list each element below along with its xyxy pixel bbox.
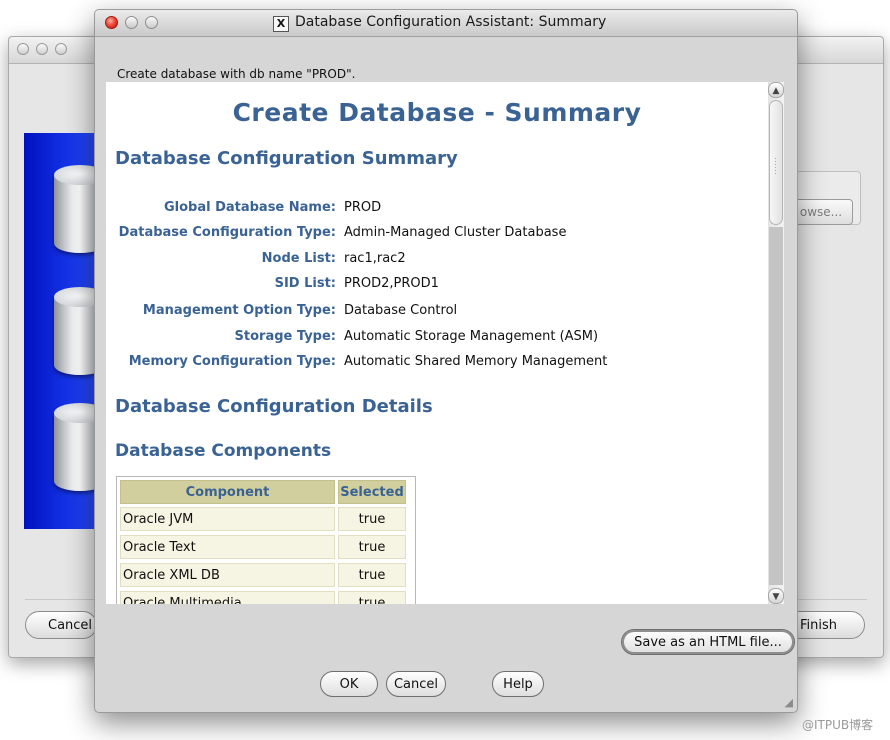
watermark: @ITPUB博客: [802, 718, 874, 732]
summary-dialog: X Database Configuration Assistant: Summ…: [94, 9, 798, 713]
help-button[interactable]: Help: [492, 671, 544, 697]
table-cell: Oracle JVM: [120, 507, 335, 531]
table-header: Selected: [338, 480, 406, 504]
resize-grip-icon[interactable]: ◢: [785, 696, 793, 709]
table-header: Component: [120, 480, 335, 504]
config-summary-heading: Database Configuration Summary: [115, 148, 458, 169]
vertical-scrollbar[interactable]: ▲ ::: ▼: [768, 82, 784, 604]
components-heading: Database Components: [115, 441, 332, 461]
field-value: Automatic Shared Memory Management: [344, 354, 608, 369]
table-cell: Oracle Multimedia: [120, 591, 335, 604]
field-label: Storage Type:: [234, 329, 336, 344]
table-cell: Oracle XML DB: [120, 563, 335, 587]
field-value: PROD2,PROD1: [344, 276, 439, 291]
field-label: Database Configuration Type:: [118, 225, 336, 240]
minimize-icon[interactable]: [36, 43, 48, 55]
ok-button[interactable]: OK: [320, 671, 378, 697]
field-value: Admin-Managed Cluster Database: [344, 225, 567, 240]
field-value: PROD: [344, 200, 382, 215]
config-details-heading: Database Configuration Details: [115, 396, 433, 417]
dialog-titlebar: X Database Configuration Assistant: Summ…: [95, 10, 797, 37]
table-cell: Oracle Text: [120, 535, 335, 559]
table-cell: true: [338, 563, 406, 587]
create-message: Create database with db name "PROD".: [117, 67, 356, 81]
x11-app-icon: X: [273, 16, 289, 32]
scroll-up-icon[interactable]: ▲: [768, 82, 784, 98]
field-label: Memory Configuration Type:: [128, 354, 336, 369]
minimize-icon[interactable]: [125, 16, 138, 29]
zoom-icon[interactable]: [55, 43, 67, 55]
table-cell: true: [338, 535, 406, 559]
background-cancel-button[interactable]: Cancel: [25, 611, 97, 639]
field-label: SID List:: [274, 276, 336, 291]
save-html-button[interactable]: Save as an HTML file...: [621, 629, 795, 655]
cancel-button[interactable]: Cancel: [386, 671, 446, 697]
scroll-down-icon[interactable]: ▼: [768, 588, 784, 604]
page-title: Create Database - Summary: [232, 98, 642, 127]
field-value: Automatic Storage Management (ASM): [344, 329, 599, 344]
field-label: Management Option Type:: [142, 303, 336, 318]
table-cell: true: [338, 591, 406, 604]
field-value: rac1,rac2: [344, 251, 406, 266]
summary-panel: Create Database - Summary Database Confi…: [106, 82, 768, 604]
close-icon[interactable]: [105, 16, 118, 29]
grip-icon: :::: [774, 155, 777, 176]
zoom-icon[interactable]: [145, 16, 158, 29]
window-title: Database Configuration Assistant: Summar…: [295, 14, 607, 30]
components-table: Component Selected Oracle JVM true Oracl…: [116, 476, 416, 604]
scroll-track[interactable]: [769, 227, 783, 585]
field-value: Database Control: [344, 303, 458, 318]
field-label: Node List:: [261, 251, 336, 266]
table-cell: true: [338, 507, 406, 531]
scroll-thumb[interactable]: :::: [769, 100, 783, 225]
close-icon[interactable]: [17, 43, 29, 55]
field-label: Global Database Name:: [163, 200, 336, 215]
browse-button[interactable]: owse...: [789, 199, 853, 225]
